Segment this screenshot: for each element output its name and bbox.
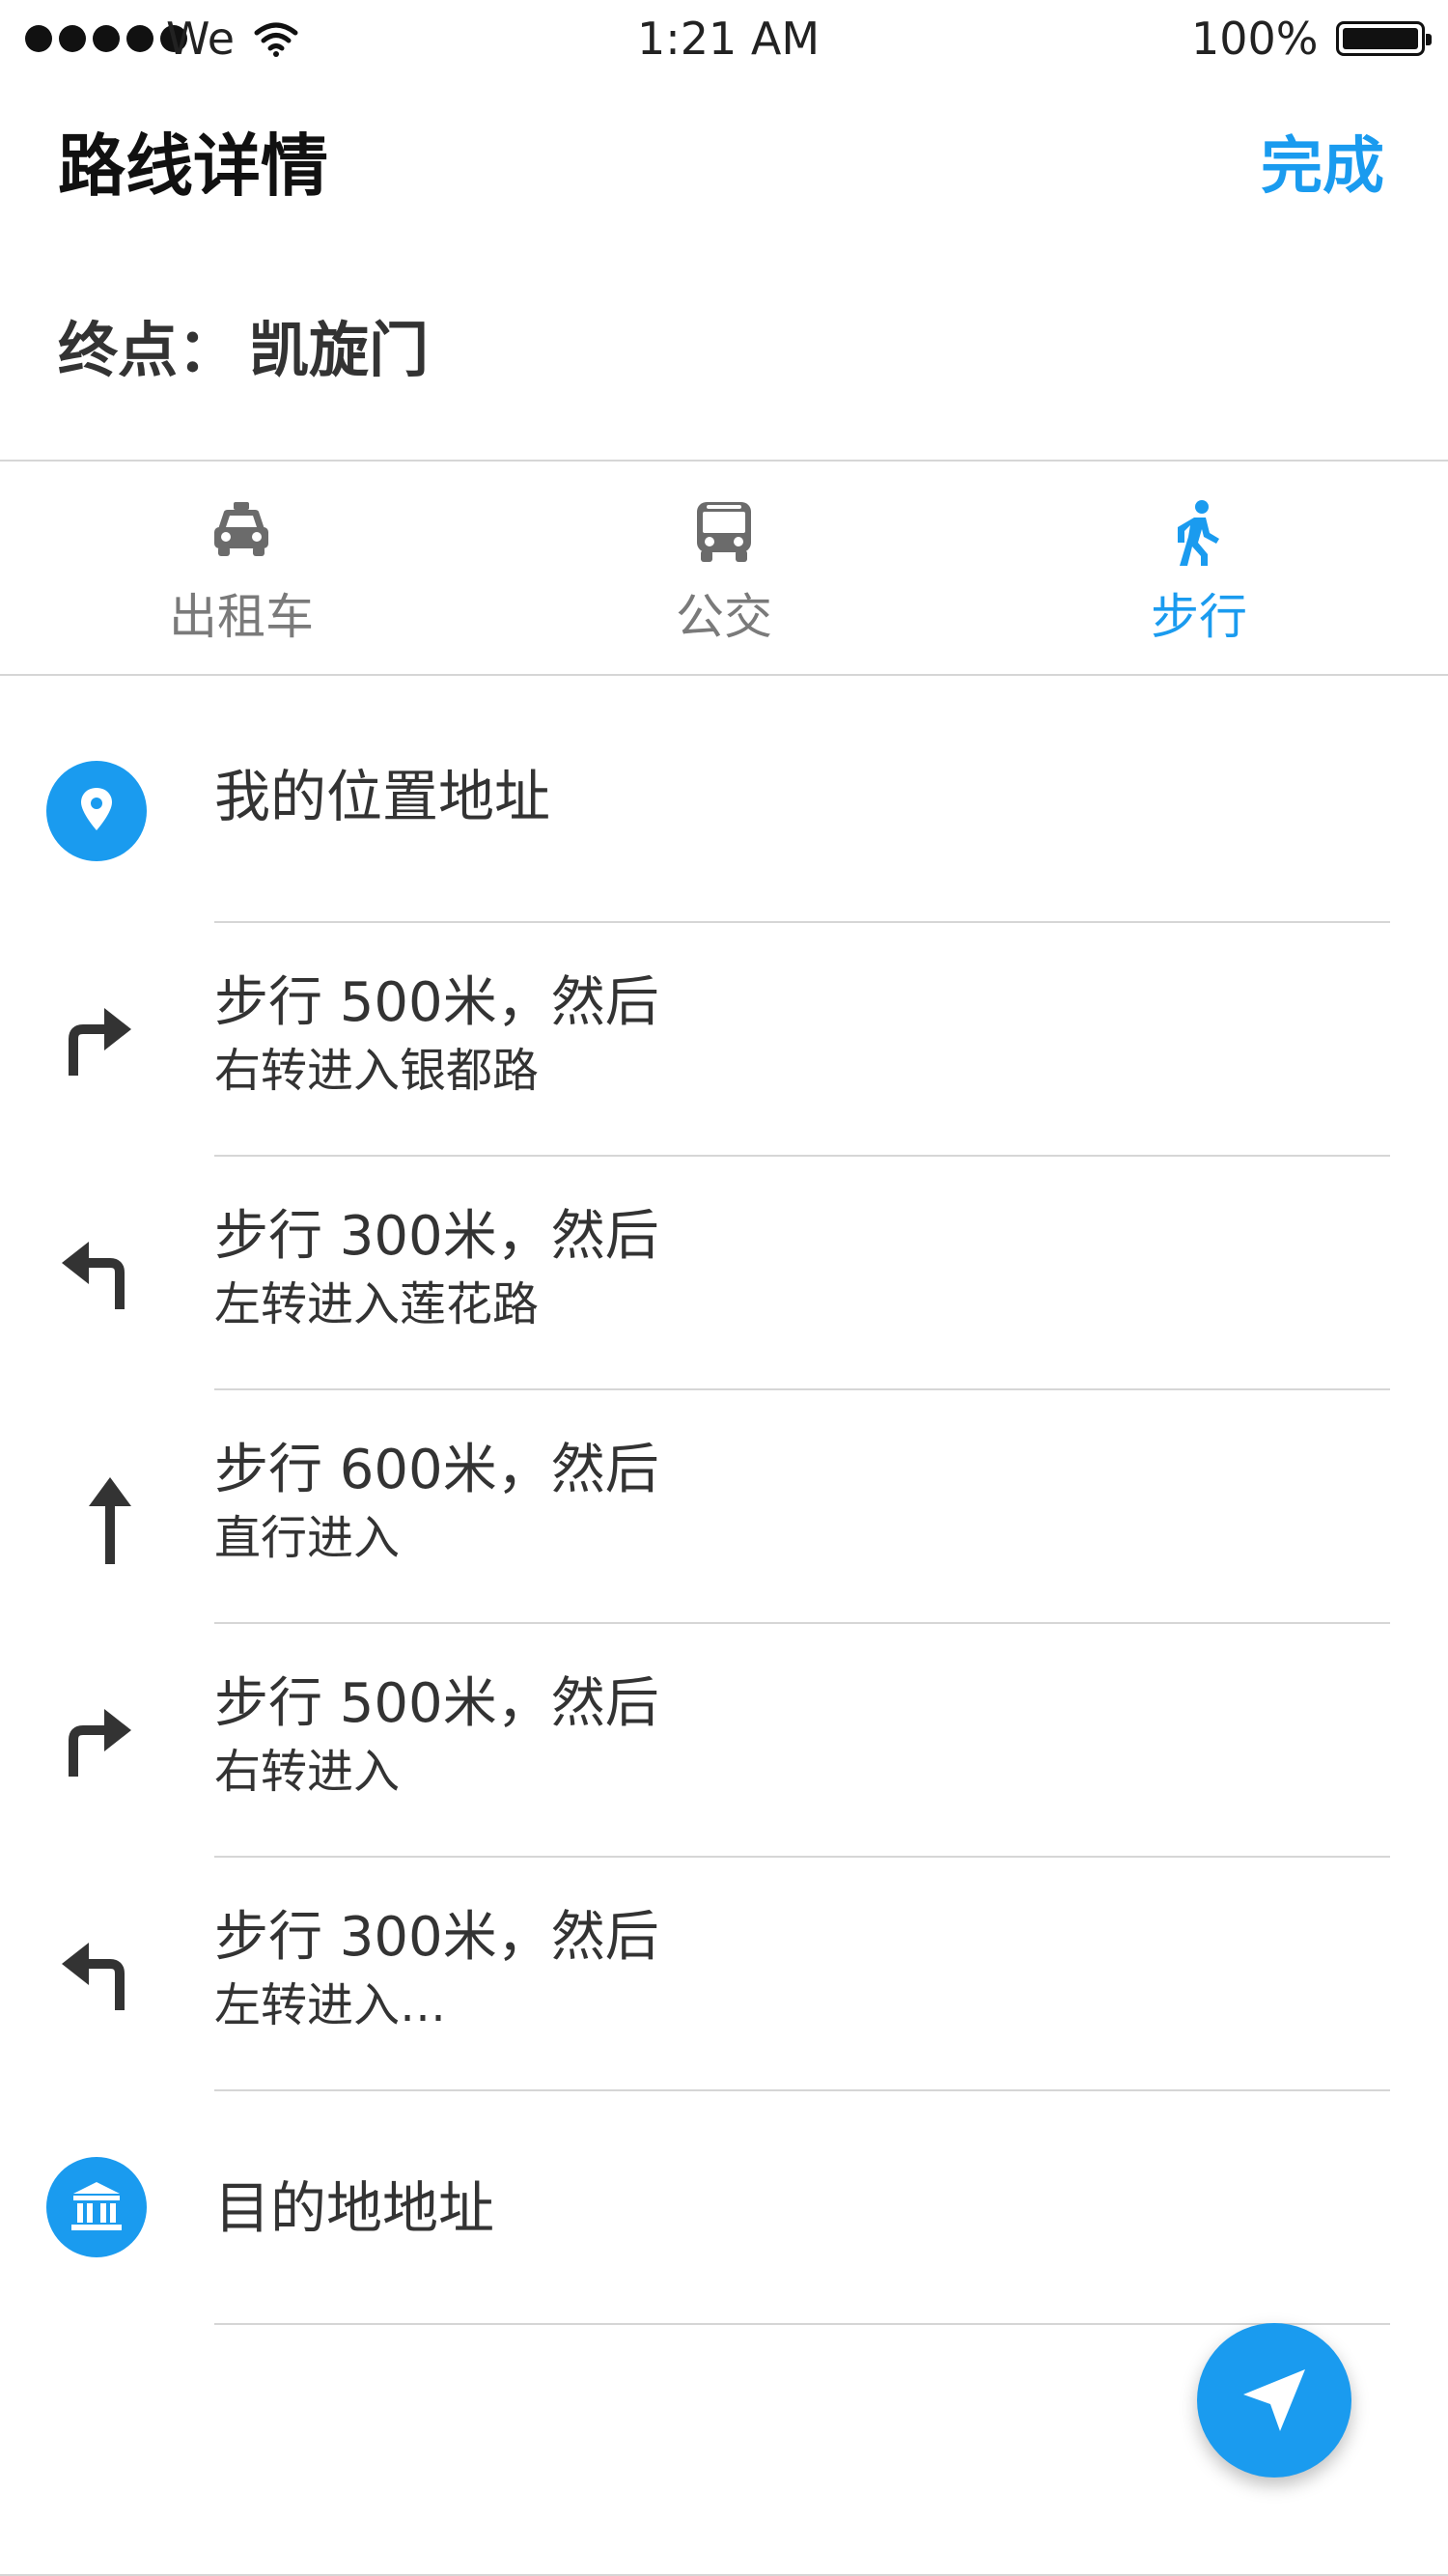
- tab-label: 公交: [676, 589, 772, 645]
- list-item: 步行 500米，然后 右转进入银都路: [0, 923, 1448, 1155]
- navigate-icon: [1243, 2369, 1305, 2431]
- step-distance: 步行 500米，然后: [214, 1672, 659, 1735]
- start-location: 我的位置地址: [214, 764, 551, 829]
- navigate-button[interactable]: [1197, 2323, 1351, 2478]
- step-instruction: 直行进入: [214, 1511, 401, 1565]
- status-time: 1:21 AM: [637, 13, 821, 65]
- route-end: 目的地地址: [0, 2091, 1448, 2323]
- tab-taxi[interactable]: 出租车: [0, 462, 483, 674]
- step-distance: 步行 300米，然后: [214, 1906, 659, 1969]
- landmark-icon: [46, 2157, 147, 2257]
- divider: [214, 2323, 1390, 2325]
- battery-icon: [1336, 21, 1432, 56]
- tab-label: 出租车: [169, 589, 314, 645]
- walk-icon: [1178, 500, 1219, 566]
- page-title: 路线详情: [58, 126, 328, 206]
- list-item: 步行 300米，然后 左转进入莲花路: [0, 1157, 1448, 1388]
- divider: [0, 674, 1448, 676]
- step-distance: 步行 300米，然后: [214, 1205, 659, 1268]
- destination-label: 终点：: [58, 315, 238, 385]
- location-pin-icon: [46, 761, 147, 861]
- step-instruction: 右转进入: [214, 1745, 401, 1799]
- tab-bus[interactable]: 公交: [483, 462, 965, 674]
- turn-right-icon: [69, 1008, 131, 1076]
- tab-walk[interactable]: 步行: [958, 462, 1440, 674]
- step-instruction: 左转进入…: [214, 1978, 447, 2032]
- step-instruction: 左转进入莲花路: [214, 1277, 540, 1331]
- straight-arrow-icon: [89, 1477, 131, 1564]
- battery-percent: 100%: [1191, 13, 1319, 65]
- status-bar: We 1:21 AM 100%: [0, 0, 1448, 77]
- turn-right-icon: [69, 1709, 131, 1777]
- destination-address: 目的地地址: [214, 2175, 495, 2241]
- bus-icon: [697, 502, 751, 562]
- carrier-name: We: [166, 13, 236, 65]
- done-button[interactable]: 完成: [1261, 124, 1384, 210]
- signal-strength-icon: [25, 25, 187, 52]
- list-item: 步行 300米，然后 左转进入…: [0, 1858, 1448, 2089]
- turn-left-icon: [62, 1943, 125, 2010]
- tab-label: 步行: [1151, 589, 1247, 645]
- step-distance: 步行 500米，然后: [214, 971, 659, 1034]
- list-item: 步行 500米，然后 右转进入: [0, 1624, 1448, 1856]
- wifi-icon: [254, 22, 298, 57]
- destination-value: 凯旋门: [249, 315, 430, 385]
- route-start: 我的位置地址: [0, 711, 1448, 919]
- turn-left-icon: [62, 1242, 125, 1309]
- list-item: 步行 600米，然后 直行进入: [0, 1390, 1448, 1622]
- taxi-icon: [214, 502, 268, 556]
- step-distance: 步行 600米，然后: [214, 1439, 659, 1501]
- step-instruction: 右转进入银都路: [214, 1044, 540, 1098]
